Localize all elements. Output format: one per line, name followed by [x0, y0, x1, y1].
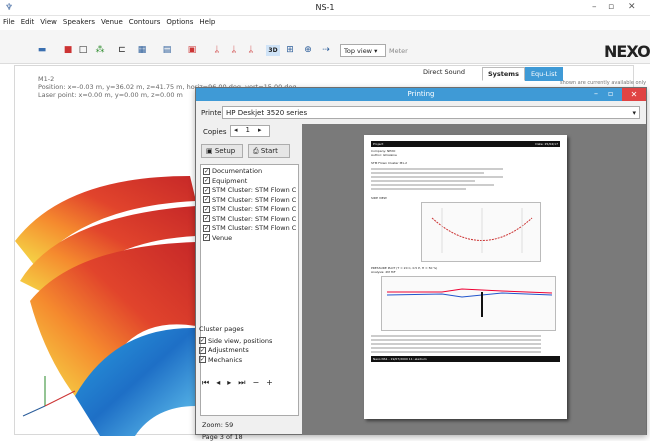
- cluster-icon[interactable]: ⊕: [302, 45, 314, 56]
- menu-edit[interactable]: Edit: [18, 16, 38, 28]
- list-item[interactable]: ✓STM Cluster: STM Flown Cluster: [203, 215, 296, 225]
- grid-icon[interactable]: ▤: [161, 45, 173, 56]
- preview-side-view-label: SIDE VIEW: [371, 196, 387, 200]
- toolbar: ▬ ■ □ ⁂ ⊏ ▦ ▤ ▣ ᛦ ᛦ ᛦ 3D ⊞ ⊕ ⇢ Top view …: [0, 30, 650, 64]
- 3d-button[interactable]: 3D: [266, 45, 280, 56]
- preview-pressure-plot: [381, 276, 556, 331]
- maximize-button[interactable]: ▫: [608, 2, 614, 12]
- tab-equ-list[interactable]: Equ-List: [524, 67, 564, 81]
- new-icon[interactable]: □: [77, 45, 89, 56]
- arrow-icon[interactable]: ⇢: [320, 45, 332, 56]
- availability-note: shown are currently available only: [560, 80, 647, 86]
- dialog-close-icon[interactable]: ✕: [622, 88, 646, 101]
- cluster-pages: Cluster pages ✓ Side view, positions ✓ Adj…: [199, 325, 273, 366]
- speaker-icon[interactable]: ⊏: [116, 45, 128, 56]
- probe-icon[interactable]: ᛦ: [211, 45, 223, 56]
- dialog-title: Printing: [407, 90, 435, 98]
- copies-label: Copies: [203, 128, 227, 136]
- menu-help[interactable]: Help: [196, 16, 218, 28]
- menu-file[interactable]: File: [0, 16, 18, 28]
- start-button[interactable]: ⎙ Start: [248, 144, 290, 158]
- probe2-icon[interactable]: ᛦ: [228, 45, 240, 56]
- folder-icon[interactable]: ▬: [36, 45, 48, 56]
- preview-analysis-label: Analysis: 2M HiF: [371, 270, 396, 274]
- preview-page: Project Date: 25/04/17 Company: NEXO Auth…: [364, 135, 567, 419]
- print-preview[interactable]: Project Date: 25/04/17 Company: NEXO Auth…: [302, 124, 646, 435]
- list-item[interactable]: ✓ Venue: [203, 234, 296, 244]
- zoom-level: Zoom: 59: [202, 421, 234, 429]
- next-page-icon[interactable]: ▸: [227, 378, 238, 387]
- zoom-out-icon[interactable]: −: [252, 378, 266, 387]
- tab-systems[interactable]: Systems: [482, 67, 525, 81]
- preview-header: Project Date: 25/04/17: [371, 141, 560, 147]
- probe3-icon[interactable]: ᛦ: [245, 45, 257, 56]
- array-icon[interactable]: ⊞: [284, 45, 296, 56]
- cluster-page-option[interactable]: ✓ Side view, positions: [199, 337, 272, 347]
- copies-stepper[interactable]: ◂ 1 ▸: [230, 125, 270, 137]
- setup-button[interactable]: ▣ Setup: [201, 144, 243, 158]
- dialog-minimize-icon[interactable]: –: [594, 89, 598, 98]
- list-item[interactable]: ✓STM Cluster: STM Flown Cluster: [203, 196, 296, 206]
- network-icon[interactable]: ⁂: [94, 45, 106, 56]
- dialog-maximize-icon[interactable]: ▫: [608, 89, 613, 98]
- list-item[interactable]: ✓STM Cluster: STM Flown Cluster: [203, 224, 296, 234]
- prev-page-icon[interactable]: ◂: [216, 378, 227, 387]
- axis-z: [22, 405, 46, 417]
- cluster-page-option[interactable]: ✓ Mechanics: [199, 356, 272, 366]
- menu-speakers[interactable]: Speakers: [60, 16, 98, 28]
- meter-label: Meter: [389, 47, 408, 55]
- list-item[interactable]: ✓STM Cluster: STM Flown Cluster: [203, 186, 296, 196]
- preview-cluster: STM Flown Cluster M1-2: [371, 161, 408, 165]
- menu-venue[interactable]: Venue: [98, 16, 126, 28]
- nexo-logo: NEXO: [604, 42, 650, 61]
- preview-legend: [371, 335, 560, 353]
- menu-contours[interactable]: Contours: [126, 16, 164, 28]
- window-title: NS-1: [315, 3, 335, 12]
- minimize-button[interactable]: –: [592, 2, 597, 12]
- preview-author: Author: Ghislaine: [371, 153, 397, 157]
- preview-side-view: [421, 202, 541, 262]
- doc-icon[interactable]: ▣: [186, 45, 198, 56]
- axis-x: [44, 390, 76, 407]
- page-indicator: Page 3 of 18: [202, 433, 243, 441]
- printing-dialog: Printing – ▫ ✕ Printers HP Deskjet 3520 …: [195, 87, 647, 441]
- list-item[interactable]: ✓STM Cluster: STM Flown Cluster: [203, 205, 296, 215]
- title-bar: ♆ NS-1 – ▫ ✕: [0, 0, 650, 16]
- save-icon[interactable]: ■: [62, 45, 74, 56]
- table-icon[interactable]: ▦: [136, 45, 148, 56]
- close-button[interactable]: ✕: [628, 2, 636, 12]
- last-page-icon[interactable]: ⏭: [238, 378, 252, 387]
- chevron-down-icon: ▾: [632, 109, 636, 117]
- menu-options[interactable]: Options: [163, 16, 196, 28]
- menu-view[interactable]: View: [37, 16, 60, 28]
- right-tabs: Systems Equ-List: [482, 67, 642, 81]
- first-page-icon[interactable]: ⏮: [202, 378, 216, 387]
- printer-select[interactable]: HP Deskjet 3520 series ▾: [222, 106, 640, 119]
- cluster-page-option[interactable]: ✓ Adjustments: [199, 346, 272, 356]
- menu-bar: File Edit View Speakers Venue Contours Options…: [0, 16, 650, 29]
- direct-sound-label: Direct Sound: [423, 68, 465, 76]
- dialog-title-bar: Printing – ▫ ✕: [196, 88, 646, 101]
- list-item[interactable]: ✓ Documentation: [203, 167, 296, 177]
- list-item[interactable]: ✓ Equipment: [203, 177, 296, 187]
- preview-footer: Nexo NS1 - 19/07/2000 11: eladium: [371, 356, 560, 362]
- page-navigation: ⏮◂▸⏭−+: [202, 378, 280, 388]
- view-select[interactable]: Top view ▾: [340, 44, 386, 57]
- zoom-in-icon[interactable]: +: [266, 378, 280, 387]
